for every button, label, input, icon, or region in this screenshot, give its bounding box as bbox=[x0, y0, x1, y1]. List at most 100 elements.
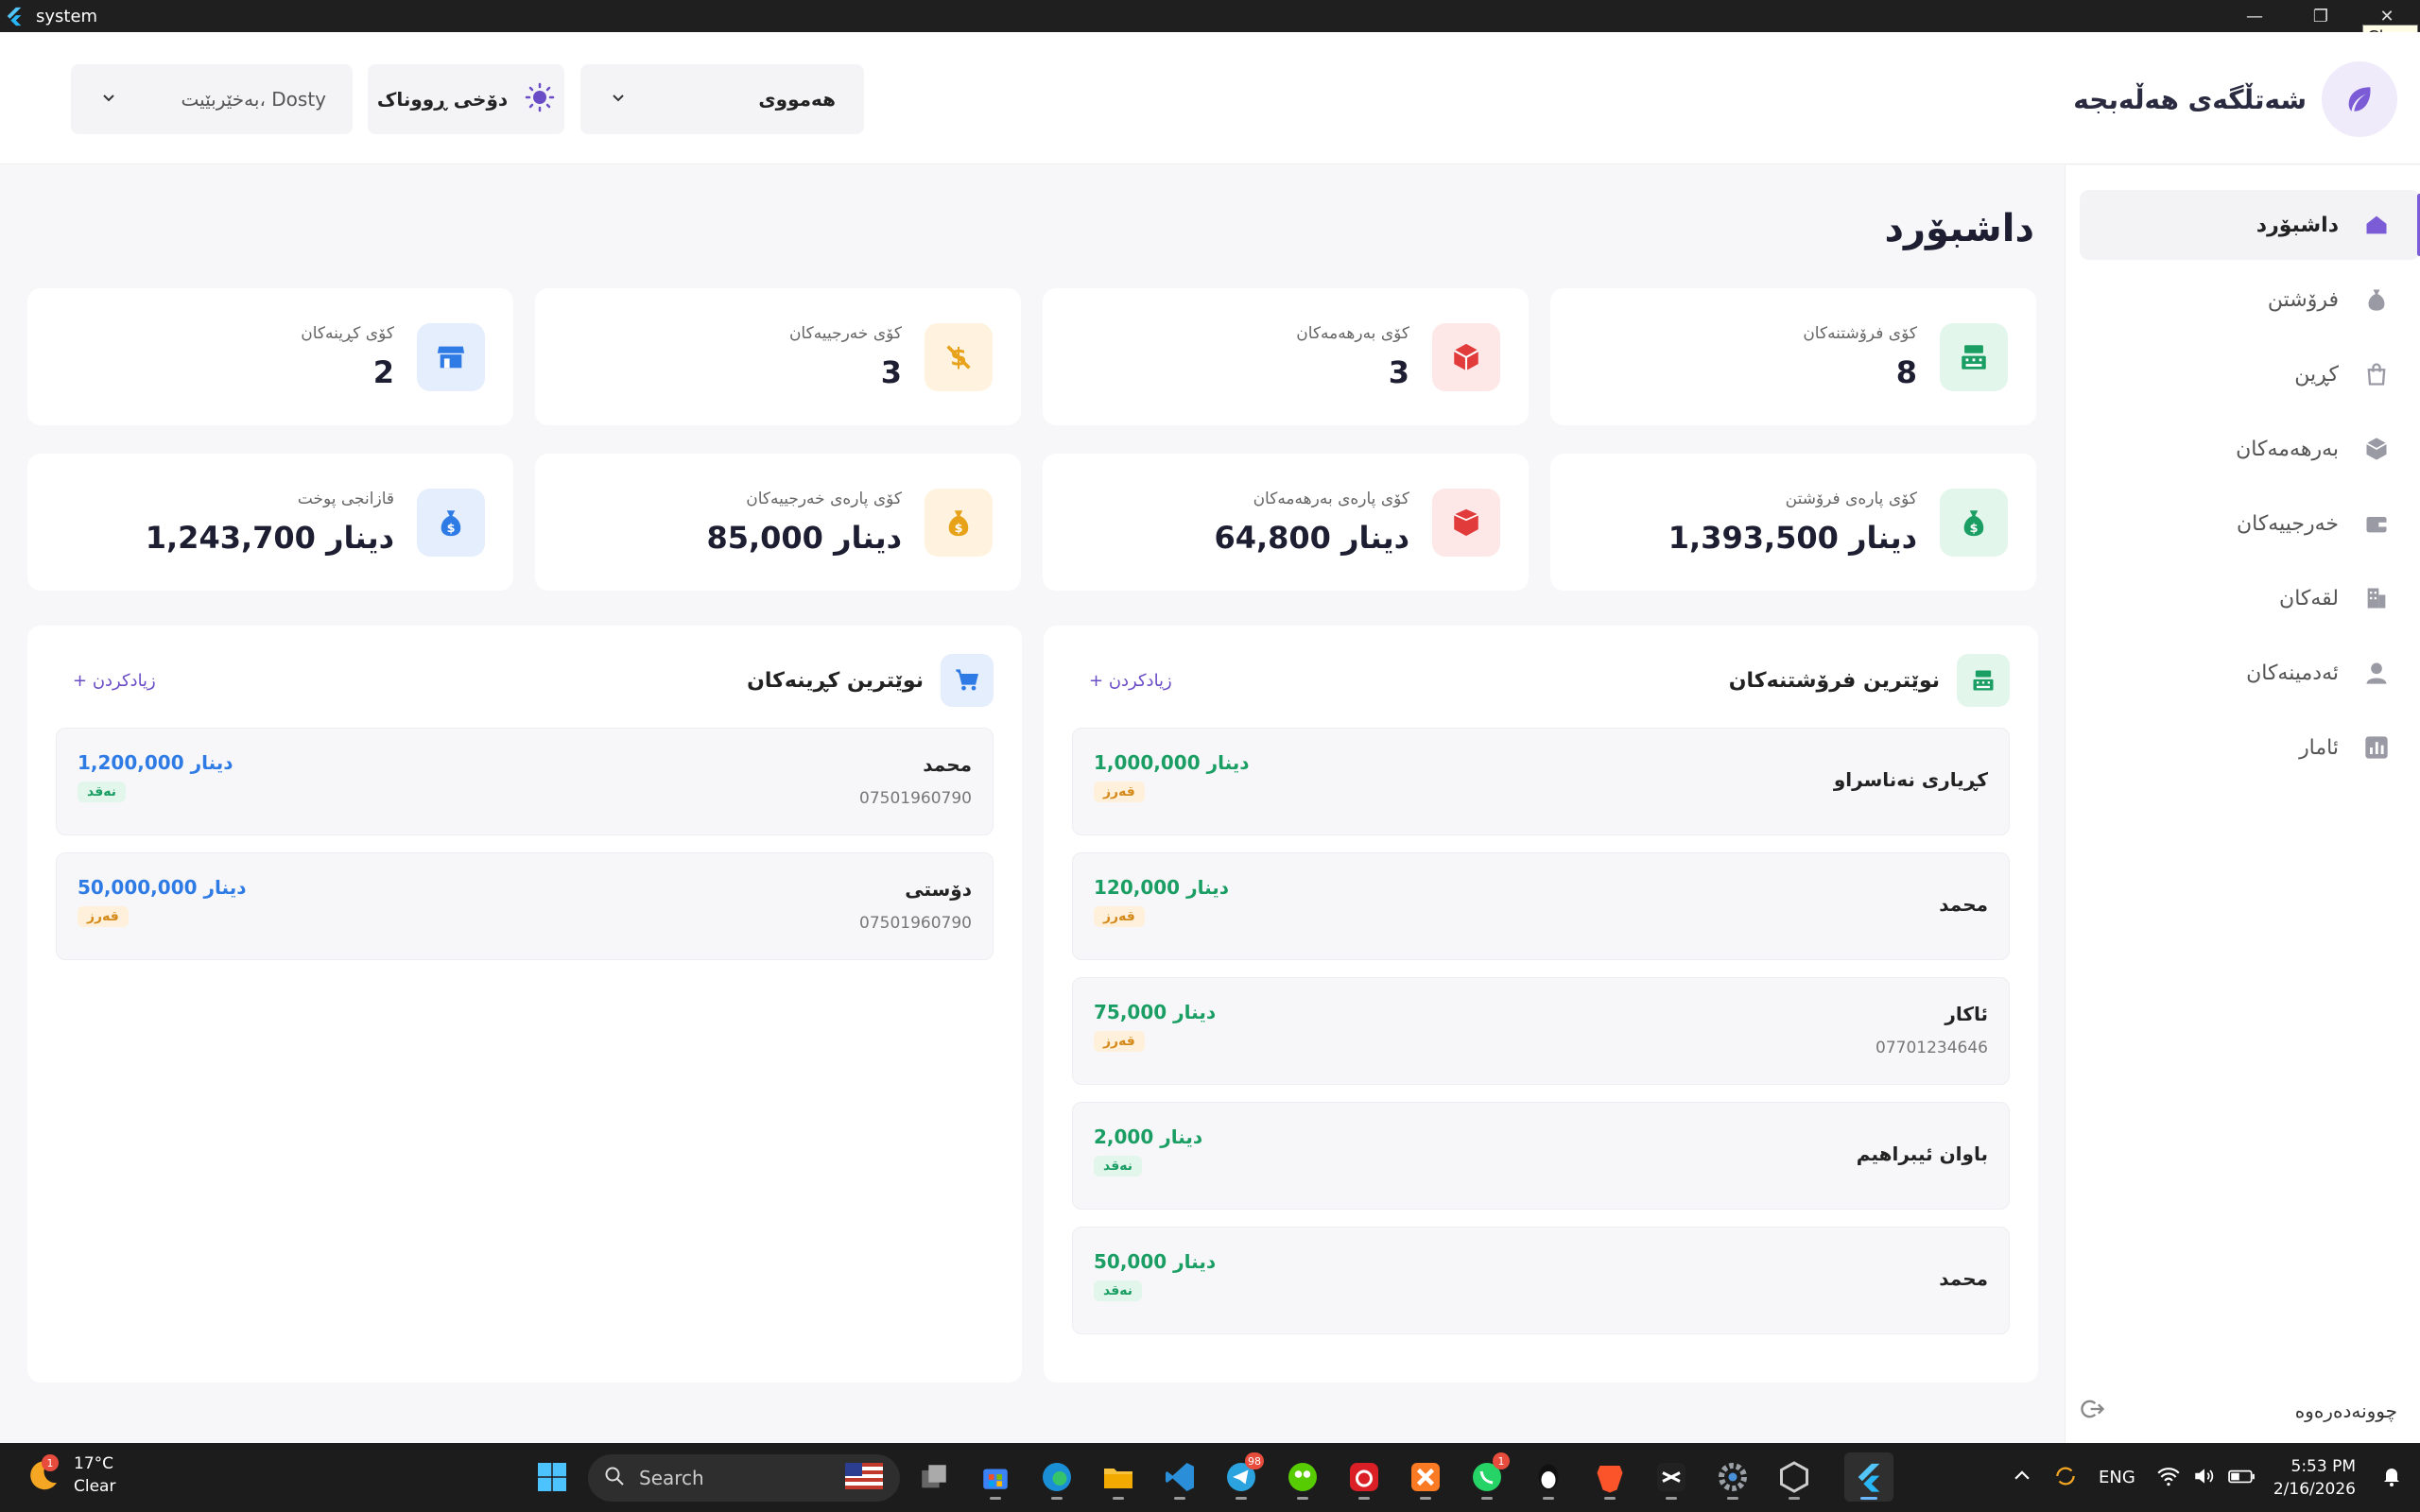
recent-sales-panel: نوێترین فرۆشتنەکان + زیادکردن کڕیاری نەن… bbox=[1044, 626, 2038, 1383]
money-bag-icon: $ bbox=[925, 489, 993, 557]
stat-value: 3 bbox=[1388, 354, 1409, 390]
sync-icon[interactable] bbox=[2053, 1464, 2078, 1492]
stat-value: 85,000 دینار bbox=[706, 520, 902, 556]
stat-value: 1,393,500 دینار bbox=[1668, 520, 1917, 556]
sidebar-item-sales[interactable]: فرۆشتن bbox=[2080, 265, 2420, 335]
sidebar-item-statistics[interactable]: ئامار bbox=[2080, 713, 2420, 782]
language-indicator[interactable]: ENG bbox=[2099, 1468, 2135, 1487]
user-greeting: بەخێربێیت، Dosty bbox=[181, 88, 326, 111]
stat-label: کۆی پارەی فرۆشتن bbox=[1785, 490, 1917, 508]
svg-text:$: $ bbox=[447, 522, 456, 536]
file-explorer-icon[interactable] bbox=[1094, 1452, 1143, 1502]
shopping-bag-icon bbox=[2361, 359, 2392, 389]
minimize-button[interactable]: — bbox=[2221, 0, 2288, 32]
chevron-down-icon bbox=[611, 90, 626, 109]
branch-filter-dropdown[interactable]: هەمووی bbox=[580, 64, 864, 134]
sidebar-item-label: فرۆشتن bbox=[2267, 287, 2339, 312]
stat-label: کۆی پارەی بەرهەمەکان bbox=[1253, 490, 1409, 508]
weather-widget[interactable]: 1 17°C Clear bbox=[25, 1452, 115, 1498]
creative-cloud-icon[interactable] bbox=[1340, 1452, 1389, 1502]
brave-icon[interactable] bbox=[1585, 1452, 1634, 1502]
payment-badge: قەرز bbox=[1094, 782, 1145, 802]
sidebar-item-products[interactable]: بەرهەمەکان bbox=[2080, 414, 2420, 484]
duolingo-icon[interactable] bbox=[1278, 1452, 1327, 1502]
maximize-button[interactable]: ❐ bbox=[2288, 0, 2354, 32]
clock-time: 5:53 PM bbox=[2290, 1456, 2357, 1476]
stat-value: 1,243,700 دینار bbox=[145, 520, 394, 556]
vscode-icon[interactable] bbox=[1155, 1452, 1204, 1502]
whatsapp-icon[interactable]: 1 bbox=[1462, 1452, 1512, 1502]
battery-icon[interactable] bbox=[2228, 1464, 2256, 1492]
whatsapp-badge: 1 bbox=[1493, 1452, 1510, 1469]
wifi-icon[interactable] bbox=[2156, 1464, 2181, 1492]
money-bag-icon bbox=[2361, 284, 2392, 315]
stat-card-expenses-total: $ کۆی پارەی خەرجییەکان 85,000 دینار bbox=[535, 454, 1021, 591]
taskbar-search[interactable]: Search bbox=[588, 1454, 900, 1502]
notification-bell-icon[interactable] bbox=[2380, 1465, 2403, 1491]
supplier-name: دۆستی bbox=[905, 878, 972, 901]
moon-icon: 1 bbox=[25, 1454, 62, 1494]
sidebar-item-label: کڕین bbox=[2294, 362, 2339, 387]
stat-label: قازانجی پوخت bbox=[297, 490, 394, 508]
clock[interactable]: 5:53 PM 2/16/2026 bbox=[2273, 1455, 2356, 1501]
chevron-up-icon[interactable] bbox=[2012, 1466, 2032, 1490]
panel-title: نوێترین کڕینەکان bbox=[747, 668, 924, 693]
volume-icon[interactable] bbox=[2192, 1464, 2217, 1492]
purchase-amount: 50,000,000 دینار bbox=[78, 876, 247, 899]
logout-button[interactable]: چوونەدەرەوە bbox=[2080, 1396, 2397, 1426]
window-title: system bbox=[36, 6, 98, 26]
store-app-icon[interactable] bbox=[971, 1452, 1020, 1502]
start-button[interactable] bbox=[527, 1452, 577, 1502]
purchase-amount: 1,200,000 دینار bbox=[78, 751, 233, 774]
leaf-icon bbox=[2322, 61, 2397, 137]
payment-badge: قەرز bbox=[78, 906, 129, 927]
task-view-icon[interactable] bbox=[909, 1452, 959, 1502]
stat-label: کۆی بەرهەمەکان bbox=[1296, 324, 1409, 343]
sale-row[interactable]: ئاکار 07701234646 75,000 دینار قەرز bbox=[1072, 977, 2010, 1085]
add-purchase-button[interactable]: + زیادکردن bbox=[73, 671, 156, 691]
qq-icon[interactable] bbox=[1524, 1452, 1573, 1502]
sidebar-item-label: لقەکان bbox=[2279, 586, 2339, 610]
capcut-icon[interactable] bbox=[1647, 1452, 1696, 1502]
settings-icon[interactable] bbox=[1708, 1452, 1757, 1502]
unity-icon[interactable] bbox=[1770, 1452, 1819, 1502]
sale-row[interactable]: محمد 120,000 دینار قەرز bbox=[1072, 852, 2010, 960]
sale-row[interactable]: باوان ئیبراهیم 2,000 دینار نەقد bbox=[1072, 1102, 2010, 1210]
stat-value: 8 bbox=[1895, 354, 1917, 390]
sale-row[interactable]: کڕیاری نەناسراو 1,000,000 دینار قەرز bbox=[1072, 728, 2010, 835]
theme-label: دۆخی ڕووناک bbox=[376, 88, 509, 111]
edge-browser-icon[interactable] bbox=[1032, 1452, 1081, 1502]
panel-header: نوێترین فرۆشتنەکان bbox=[1729, 654, 2010, 707]
home-icon bbox=[2361, 210, 2392, 240]
xampp-icon[interactable] bbox=[1401, 1452, 1450, 1502]
sidebar-item-expenses[interactable]: خەرجییەکان bbox=[2080, 489, 2420, 558]
flag-icon bbox=[845, 1462, 883, 1494]
sale-row[interactable]: محمد 50,000 دینار نەقد bbox=[1072, 1227, 2010, 1334]
payment-badge: قەرز bbox=[1094, 906, 1145, 927]
sidebar-item-admins[interactable]: ئەدمینەکان bbox=[2080, 638, 2420, 708]
stat-card-net-profit: $ قازانجی پوخت 1,243,700 دینار bbox=[27, 454, 513, 591]
main-content: داشبۆرد کۆی فرۆشتنەکان 8 کۆی بەرهەمەکان … bbox=[0, 165, 2065, 1443]
stat-value: 2 bbox=[372, 354, 394, 390]
wallet-icon bbox=[2361, 508, 2392, 539]
payment-badge: نەقد bbox=[1094, 1280, 1143, 1301]
stat-value: 3 bbox=[880, 354, 902, 390]
sidebar-item-label: داشبۆرد bbox=[2256, 213, 2339, 237]
sun-icon bbox=[525, 82, 555, 116]
sidebar-item-purchases[interactable]: کڕین bbox=[2080, 339, 2420, 409]
purchase-row[interactable]: دۆستی 07501960790 50,000,000 دینار قەرز bbox=[56, 852, 994, 960]
clock-date: 2/16/2026 bbox=[2273, 1479, 2356, 1499]
sidebar-item-dashboard[interactable]: داشبۆرد bbox=[2080, 190, 2420, 260]
box-icon bbox=[2361, 434, 2392, 464]
panel-title: نوێترین فرۆشتنەکان bbox=[1728, 668, 1940, 693]
cube-icon bbox=[1432, 489, 1500, 557]
theme-toggle-button[interactable]: دۆخی ڕووناک bbox=[368, 64, 564, 134]
flutter-app-icon[interactable] bbox=[1844, 1452, 1893, 1502]
chevron-down-icon bbox=[101, 90, 116, 109]
telegram-icon[interactable]: 98 bbox=[1217, 1452, 1266, 1502]
add-sale-button[interactable]: + زیادکردن bbox=[1089, 671, 1172, 691]
purchase-row[interactable]: محمد 07501960790 1,200,000 دینار نەقد bbox=[56, 728, 994, 835]
user-menu-dropdown[interactable]: بەخێربێیت، Dosty bbox=[71, 64, 353, 134]
stat-card-purchases-count: کۆی کڕینەکان 2 bbox=[27, 288, 513, 425]
sidebar-item-branches[interactable]: لقەکان bbox=[2080, 563, 2420, 633]
